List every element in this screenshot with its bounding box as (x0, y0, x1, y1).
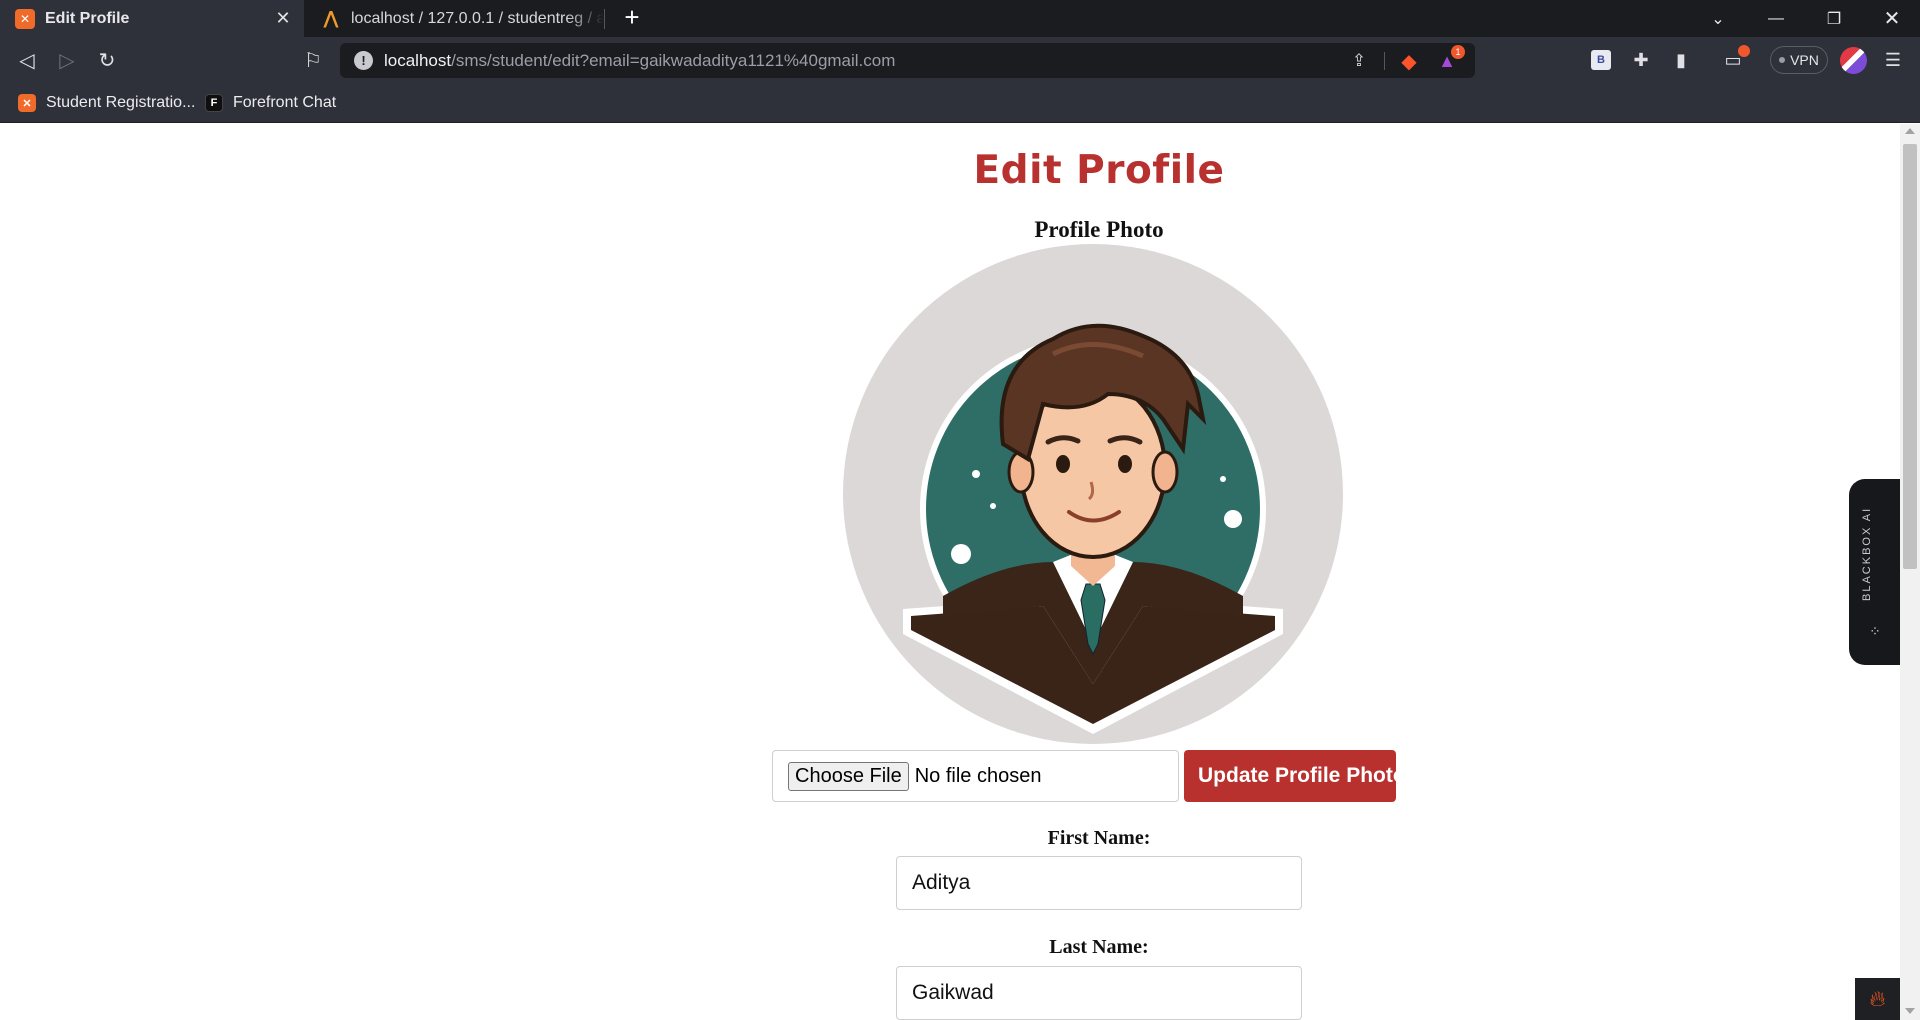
vpn-label: VPN (1790, 52, 1819, 68)
file-status-text: No file chosen (914, 764, 1042, 787)
extension-b-icon[interactable]: B (1588, 47, 1614, 73)
browser-toolbar: ◁ ▷ ↻ ⚐ ! localhost/sms/student/edit?ema… (0, 37, 1920, 83)
vpn-status-dot (1779, 57, 1786, 63)
blackbox-logo-icon: ⁘ (1869, 623, 1881, 639)
forward-button[interactable]: ▷ (50, 43, 84, 77)
back-button[interactable]: ◁ (10, 43, 44, 77)
extensions-puzzle-icon[interactable]: ✚ (1628, 47, 1654, 73)
first-name-input[interactable]: Aditya (896, 856, 1302, 910)
bookmark-student-registration[interactable]: ✕ Student Registratio... (18, 91, 195, 115)
share-icon[interactable]: ⇪ (1347, 49, 1371, 73)
first-name-label: First Name: (1047, 827, 1151, 849)
tab-title: Edit Profile (45, 9, 130, 27)
profile-photo (843, 244, 1343, 744)
menu-icon[interactable]: ☰ (1880, 47, 1906, 73)
forefront-icon: F (205, 94, 223, 112)
bookmark-forefront-chat[interactable]: F Forefront Chat (205, 91, 336, 115)
page-title: Edit Profile (973, 148, 1225, 193)
phpmyadmin-icon: ⋀ (323, 8, 339, 29)
restore-button[interactable]: ❐ (1806, 0, 1862, 37)
close-tab-icon[interactable]: ✕ (270, 6, 296, 32)
profile-photo-label: Profile Photo (1034, 217, 1164, 242)
site-info-icon[interactable]: ! (354, 51, 373, 70)
reload-button[interactable]: ↻ (90, 43, 124, 77)
blackbox-ai-widget[interactable]: BLACKBOX AI ⁘ (1849, 479, 1900, 665)
vpn-button[interactable]: VPN (1770, 46, 1828, 74)
page-content: Edit Profile Profile Photo Choose File N… (0, 124, 1900, 1020)
flame-icon[interactable]: 🔥︎ (1855, 978, 1900, 1020)
last-name-label: Last Name: (1049, 936, 1149, 958)
url-text[interactable]: localhost/sms/student/edit?email=gaikwad… (384, 51, 895, 71)
wallet-notification-dot (1738, 45, 1750, 57)
address-bar[interactable]: ! localhost/sms/student/edit?email=gaikw… (340, 43, 1475, 78)
scroll-thumb[interactable] (1903, 144, 1917, 569)
tab-edit-profile[interactable]: ✕ Edit Profile ✕ (0, 0, 304, 37)
url-host: localhost (384, 51, 452, 70)
update-profile-photo-button[interactable]: Update Profile Photo (1184, 750, 1396, 802)
scroll-up-arrow-icon[interactable] (1905, 128, 1915, 134)
xampp-icon: ✕ (15, 8, 35, 29)
url-path: /sms/student/edit?email=gaikwadaditya112… (451, 51, 896, 70)
tab-divider (604, 9, 605, 29)
bookmark-label: Forefront Chat (233, 94, 337, 111)
sidebar-toggle-icon[interactable]: ▮ (1668, 47, 1694, 73)
tab-phpmyadmin[interactable]: ⋀ localhost / 127.0.0.1 / studentreg / a… (306, 0, 604, 37)
xampp-icon: ✕ (18, 94, 36, 112)
profile-photo-file-input[interactable]: Choose File No file chosen (772, 750, 1179, 802)
bookmark-icon[interactable]: ⚐ (296, 43, 330, 77)
close-window-button[interactable]: ✕ (1864, 0, 1920, 37)
bookmarks-bar: ✕ Student Registratio... F Forefront Cha… (0, 83, 1920, 123)
brave-shields-icon[interactable]: ◆ (1397, 49, 1421, 73)
page-scrollbar[interactable] (1900, 124, 1920, 1020)
choose-file-button[interactable]: Choose File (788, 761, 909, 791)
profile-avatar[interactable] (1840, 47, 1867, 74)
blackbox-ai-label: BLACKBOX AI (1861, 506, 1873, 602)
new-tab-button[interactable]: + (618, 4, 646, 32)
tab-title: localhost / 127.0.0.1 / studentreg / adm (351, 9, 604, 27)
tab-strip: ✕ Edit Profile ✕ ⋀ localhost / 127.0.0.1… (0, 0, 1920, 37)
url-separator (1384, 52, 1385, 70)
profile-avatar-illustration (843, 244, 1343, 744)
scroll-down-arrow-icon[interactable] (1905, 1008, 1915, 1014)
rewards-badge: 1 (1451, 45, 1465, 59)
minimize-button[interactable]: — (1748, 0, 1804, 37)
tab-search-chevron-icon[interactable]: ⌄ (1690, 0, 1746, 37)
last-name-input[interactable]: Gaikwad (896, 966, 1302, 1020)
bookmark-label: Student Registratio... (46, 94, 196, 111)
